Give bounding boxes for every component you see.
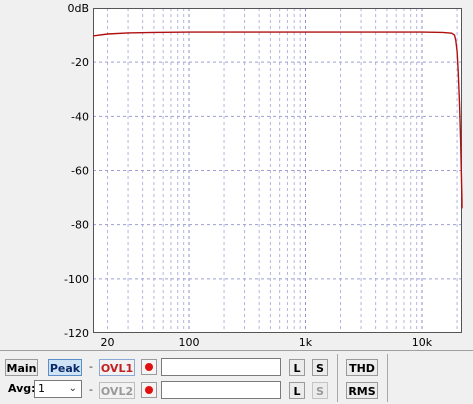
- ovl2-button[interactable]: OVL2: [99, 382, 135, 399]
- peak-button[interactable]: Peak: [48, 359, 82, 376]
- spectrum-chart: 0dB -20 -40 -60 -80 -100 -120 20 100 1k 10k: [64, 2, 463, 349]
- y-tick-label: -40: [71, 110, 89, 123]
- avg-select[interactable]: 1 ⌄: [34, 380, 82, 398]
- y-tick-label: -60: [71, 165, 89, 178]
- l1-button[interactable]: L: [289, 359, 305, 376]
- y-tick-label: -120: [64, 327, 89, 340]
- x-tick-label: 10k: [412, 336, 433, 349]
- y-tick-label: 0dB: [67, 2, 89, 15]
- panel-divider: [337, 354, 338, 402]
- thd-button[interactable]: THD: [346, 359, 378, 376]
- x-tick-label: 1k: [299, 336, 313, 349]
- ovl1-button[interactable]: OVL1: [99, 359, 135, 376]
- main-button[interactable]: Main: [5, 359, 38, 376]
- panel-divider-right: [387, 354, 388, 402]
- ovl1-value-field[interactable]: [161, 358, 281, 376]
- dash-separator-2: -: [89, 383, 93, 396]
- avg-select-value: 1: [38, 382, 45, 395]
- y-tick-label: -80: [71, 219, 89, 232]
- y-tick-label: -100: [64, 273, 89, 286]
- avg-label: Avg:: [8, 382, 36, 395]
- ovl2-value-field[interactable]: [161, 381, 281, 399]
- s2-button[interactable]: S: [312, 382, 328, 399]
- ovl1-led-icon: [141, 359, 157, 375]
- dash-separator: -: [89, 360, 93, 373]
- y-tick-label: -20: [71, 56, 89, 69]
- analyzer-window: 0dB -20 -40 -60 -80 -100 -120 20 100 1k 10k Main P…: [0, 0, 473, 404]
- spectrum-plot: 0dB -20 -40 -60 -80 -100 -120 20 100 1k 10k: [0, 0, 473, 350]
- ovl2-led-icon: [141, 382, 157, 398]
- s1-button[interactable]: S: [312, 359, 328, 376]
- l2-button[interactable]: L: [289, 382, 305, 399]
- control-panel: Main Peak - OVL1 L S THD Avg: 1 ⌄ - OVL2…: [0, 350, 473, 404]
- x-tick-label: 20: [101, 336, 115, 349]
- rms-button[interactable]: RMS: [346, 382, 378, 399]
- x-tick-label: 100: [178, 336, 199, 349]
- chevron-down-icon: ⌄: [68, 383, 77, 394]
